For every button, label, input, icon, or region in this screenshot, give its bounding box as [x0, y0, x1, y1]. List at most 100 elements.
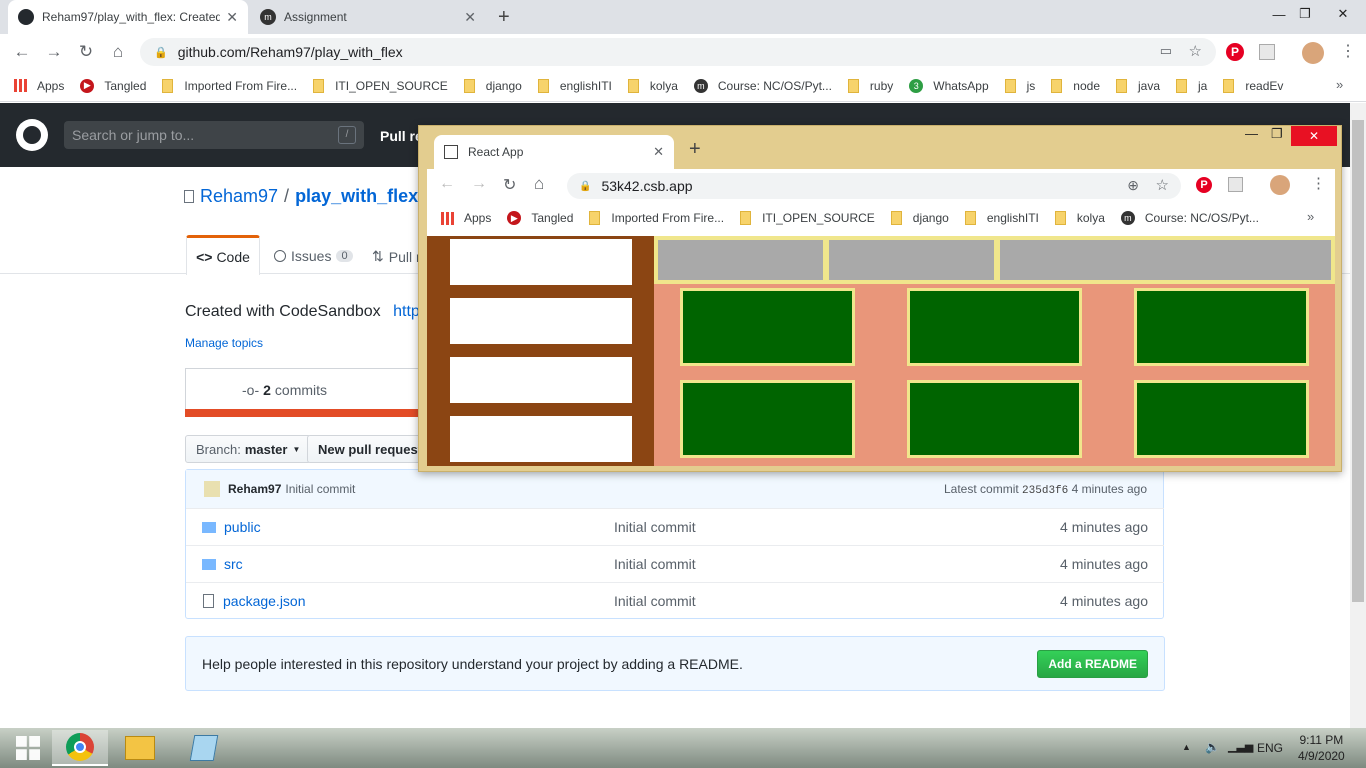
tab-github[interactable]: Reham97/play_with_flex: Created with Cod…	[8, 0, 248, 34]
file-commit-msg[interactable]: Initial commit	[614, 556, 696, 572]
minimize-button[interactable]: —	[1245, 126, 1258, 141]
close-window-button[interactable]: ✕	[1291, 126, 1337, 146]
back-icon[interactable]: ←	[12, 42, 32, 62]
close-window-button[interactable]: ✕	[1320, 0, 1366, 28]
tab-assignment[interactable]: m Assignment ✕	[250, 0, 486, 34]
file-link[interactable]: src	[224, 556, 243, 572]
file-link[interactable]: public	[224, 519, 261, 535]
star-icon[interactable]: ☆	[1156, 176, 1169, 194]
tab-code[interactable]: <> Code	[186, 235, 260, 275]
forward-icon[interactable]: →	[471, 175, 487, 193]
nav-pull-requests[interactable]: Pull re	[380, 128, 423, 144]
tab-pull-requests[interactable]: ⇅ Pull r	[372, 248, 421, 265]
chevron-more-icon[interactable]: »	[1307, 209, 1314, 224]
avatar[interactable]	[1302, 42, 1324, 64]
star-icon[interactable]: ☆	[1189, 42, 1202, 60]
clock[interactable]: 9:11 PM 4/9/2020	[1298, 732, 1345, 764]
file-explorer-icon[interactable]	[112, 730, 168, 766]
network-icon[interactable]: ▁▃▅	[1228, 740, 1253, 753]
file-age: 4 minutes ago	[1060, 556, 1148, 572]
commit-message[interactable]: Initial commit	[285, 482, 355, 496]
bookmark-folder[interactable]: readEv	[1223, 78, 1283, 93]
chrome-taskbar-icon[interactable]	[52, 730, 108, 766]
bookmark-course[interactable]: m Course: NC/OS/Pyt...	[1120, 211, 1259, 225]
extension-icon[interactable]	[1259, 44, 1275, 60]
avatar[interactable]	[1270, 175, 1290, 195]
forward-icon[interactable]: →	[44, 42, 64, 62]
bookmark-apps[interactable]: Apps	[14, 79, 64, 93]
add-icon[interactable]: ⊕	[1127, 177, 1139, 194]
bookmark-folder[interactable]: js	[1004, 78, 1035, 93]
chevron-more-icon[interactable]: »	[1336, 77, 1343, 92]
repo-owner-link[interactable]: Reham97	[200, 186, 278, 207]
add-readme-button[interactable]: Add a README	[1037, 650, 1148, 678]
bookmark-folder[interactable]: java	[1116, 78, 1160, 93]
bookmark-tangled[interactable]: ▶ Tangled	[507, 211, 573, 225]
new-tab-button[interactable]: +	[498, 6, 510, 29]
branch-select[interactable]: Branch: master ▼	[185, 435, 312, 463]
folder-icon	[1004, 78, 1016, 93]
close-icon[interactable]: ✕	[653, 144, 664, 160]
bookmark-folder[interactable]: kolya	[627, 78, 678, 93]
commit-author[interactable]: Reham97	[228, 482, 281, 496]
bookmark-folder[interactable]: ruby	[847, 78, 893, 93]
commits-link[interactable]: -o- 2 commits	[242, 382, 327, 398]
search-shortcut-hint: /	[338, 126, 356, 144]
bookmark-folder[interactable]: englishITI	[537, 78, 612, 93]
manage-topics-link[interactable]: Manage topics	[185, 336, 263, 350]
new-tab-button[interactable]: +	[689, 138, 701, 161]
volume-icon[interactable]: 🔈	[1205, 740, 1220, 754]
home-icon[interactable]: ⌂	[108, 42, 128, 62]
reload-icon[interactable]: ↻	[503, 175, 516, 195]
grid-box	[1134, 288, 1309, 366]
address-bar[interactable]: 🔒 53k42.csb.app ⊕ ☆	[567, 173, 1181, 199]
new-pull-request-button[interactable]: New pull request	[307, 435, 434, 463]
windows-start-icon[interactable]	[0, 730, 56, 766]
bookmark-tangled[interactable]: ▶ Tangled	[80, 78, 146, 93]
extension-icon[interactable]	[1228, 177, 1243, 192]
bookmark-folder[interactable]: Imported From Fire...	[162, 78, 297, 93]
bookmark-folder[interactable]: django	[890, 211, 949, 225]
file-commit-msg[interactable]: Initial commit	[614, 593, 696, 609]
address-bar[interactable]: 🔒 github.com/Reham97/play_with_flex ▭ ☆	[140, 38, 1216, 66]
maximize-button[interactable]: ❐	[1271, 126, 1283, 142]
commit-sha[interactable]: 235d3f6	[1022, 485, 1068, 497]
lock-icon: 🔒	[154, 46, 168, 59]
pinterest-icon[interactable]: P	[1196, 177, 1212, 193]
commit-tease: Reham97 Initial commit Latest commit 235…	[186, 470, 1163, 508]
folder-icon	[627, 78, 639, 93]
close-icon[interactable]: ✕	[226, 9, 238, 26]
menu-icon[interactable]: ⋮	[1311, 174, 1326, 192]
menu-icon[interactable]: ⋮	[1340, 41, 1356, 61]
bookmark-apps[interactable]: Apps	[441, 211, 491, 225]
github-logo-icon[interactable]	[16, 119, 48, 151]
file-commit-msg[interactable]: Initial commit	[614, 519, 696, 535]
tray-chevron-icon[interactable]: ▲	[1182, 742, 1191, 752]
search-input[interactable]: Search or jump to... /	[64, 121, 364, 149]
bookmark-whatsapp[interactable]: 3 WhatsApp	[909, 78, 989, 93]
bookmark-folder[interactable]: Imported From Fire...	[589, 211, 724, 225]
bookmark-folder[interactable]: englishITI	[964, 211, 1039, 225]
description-link[interactable]: http	[393, 303, 420, 320]
pinterest-icon[interactable]: P	[1226, 43, 1244, 61]
bookmark-folder[interactable]: node	[1051, 78, 1100, 93]
home-icon[interactable]: ⌂	[534, 174, 544, 194]
language-indicator[interactable]: ENG	[1257, 741, 1283, 755]
file-link[interactable]: package.json	[223, 593, 306, 609]
bookmark-folder[interactable]: django	[463, 78, 522, 93]
scrollbar-thumb[interactable]	[1352, 120, 1364, 602]
cast-icon[interactable]: ▭	[1160, 43, 1172, 59]
tab-react-app[interactable]: React App ✕	[434, 135, 674, 169]
bookmark-folder[interactable]: ITI_OPEN_SOURCE	[313, 78, 448, 93]
tab-issues[interactable]: Issues 0	[274, 248, 353, 264]
back-icon[interactable]: ←	[439, 175, 455, 193]
bookmark-folder[interactable]: ITI_OPEN_SOURCE	[740, 211, 875, 225]
commit-icon: -o-	[242, 382, 260, 398]
notepad-icon[interactable]	[176, 730, 232, 766]
bookmark-folder[interactable]: ja	[1176, 78, 1207, 93]
bookmark-folder[interactable]: kolya	[1054, 211, 1105, 225]
repo-name-link[interactable]: play_with_flex	[295, 186, 418, 207]
close-icon[interactable]: ✕	[464, 9, 476, 26]
reload-icon[interactable]: ↻	[76, 42, 96, 62]
bookmark-course[interactable]: m Course: NC/OS/Pyt...	[693, 78, 832, 93]
